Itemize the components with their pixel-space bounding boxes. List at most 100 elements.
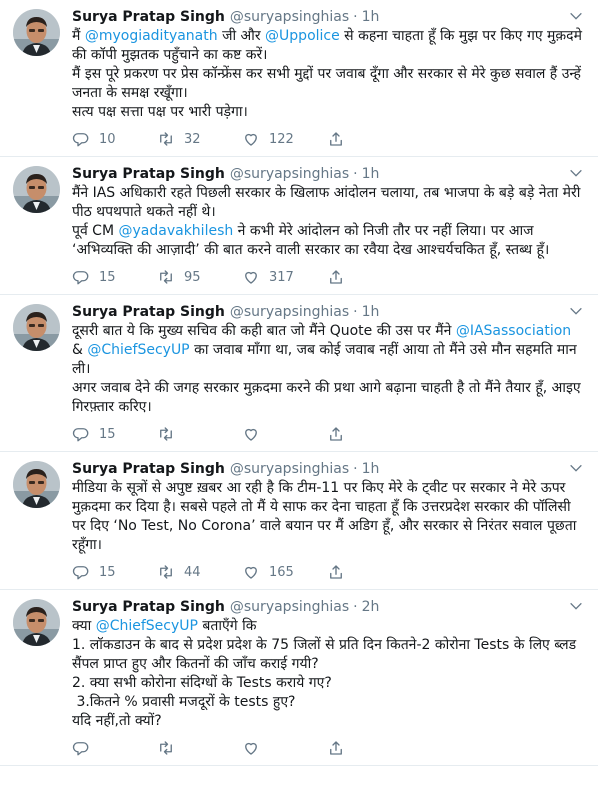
user-handle[interactable]: @suryapsinghias — [230, 598, 349, 616]
tweet[interactable]: Surya Pratap Singh @suryapsinghias · 1h … — [0, 157, 598, 295]
retweet-count: 32 — [184, 131, 201, 147]
like-count: 317 — [269, 269, 294, 285]
retweet-button[interactable] — [157, 425, 242, 443]
tweet-text-segment: जी और — [217, 28, 266, 44]
reply-icon — [72, 133, 89, 147]
reply-count: 15 — [99, 564, 116, 580]
tweet[interactable]: Surya Pratap Singh @suryapsinghias · 1h … — [0, 452, 598, 590]
timestamp[interactable]: 1h — [362, 460, 380, 478]
share-icon — [330, 741, 342, 755]
retweet-button[interactable]: 32 — [157, 130, 242, 148]
tweet-text: क्या @ChiefSecyUP बताएँगे कि 1. लॉकडाउन … — [72, 617, 586, 731]
heart-icon — [245, 742, 257, 755]
like-button[interactable]: 317 — [242, 268, 327, 286]
tweet-actions: 15 44 165 — [72, 559, 586, 585]
tweet-header: Surya Pratap Singh @suryapsinghias · 1h — [72, 8, 586, 26]
heart-icon — [245, 566, 257, 579]
reply-icon — [72, 271, 89, 285]
avatar[interactable] — [13, 304, 60, 351]
retweet-button[interactable]: 95 — [157, 268, 242, 286]
tweet-header: Surya Pratap Singh @suryapsinghias · 1h — [72, 460, 586, 478]
mention-link[interactable]: @ChiefSecyUP — [87, 342, 189, 358]
retweet-icon — [160, 132, 172, 146]
reply-icon — [72, 566, 89, 580]
retweet-count: 44 — [184, 564, 201, 580]
separator-dot: · — [353, 304, 358, 320]
tweet[interactable]: Surya Pratap Singh @suryapsinghias · 1h … — [0, 295, 598, 452]
user-handle[interactable]: @suryapsinghias — [230, 8, 349, 26]
chevron-down-icon[interactable] — [568, 303, 584, 319]
separator-dot: · — [353, 166, 358, 182]
display-name[interactable]: Surya Pratap Singh — [72, 598, 225, 616]
timestamp[interactable]: 1h — [362, 303, 380, 321]
mention-link[interactable]: @ChiefSecyUP — [96, 618, 198, 634]
avatar[interactable] — [13, 9, 60, 56]
share-icon — [330, 132, 342, 146]
tweet-text: मीडिया के सूत्रों से अपुष्ट ख़बर आ रही ह… — [72, 479, 586, 555]
retweet-button[interactable] — [157, 739, 242, 757]
like-button[interactable]: 122 — [242, 130, 327, 148]
tweet[interactable]: Surya Pratap Singh @suryapsinghias · 1h … — [0, 0, 598, 157]
timestamp[interactable]: 2h — [362, 598, 380, 616]
reply-button[interactable]: 10 — [72, 130, 157, 148]
share-button[interactable] — [327, 268, 412, 286]
tweet-header: Surya Pratap Singh @suryapsinghias · 1h — [72, 165, 586, 183]
share-button[interactable] — [327, 130, 412, 148]
retweet-icon — [160, 427, 172, 441]
avatar[interactable] — [13, 461, 60, 508]
user-handle[interactable]: @suryapsinghias — [230, 165, 349, 183]
mention-link[interactable]: @IASassociation — [456, 323, 571, 339]
reply-button[interactable] — [72, 739, 157, 757]
tweet-header: Surya Pratap Singh @suryapsinghias · 1h — [72, 303, 586, 321]
tweet-text-segment: मीडिया के सूत्रों से अपुष्ट ख़बर आ रही ह… — [72, 480, 581, 553]
heart-icon — [245, 428, 257, 441]
share-button[interactable] — [327, 563, 412, 581]
display-name[interactable]: Surya Pratap Singh — [72, 165, 225, 183]
like-button[interactable] — [242, 425, 327, 443]
tweet-text: मैंने IAS अधिकारी रहते पिछली सरकार के खि… — [72, 184, 586, 260]
heart-icon — [245, 133, 257, 146]
share-icon — [330, 270, 342, 284]
retweet-button[interactable]: 44 — [157, 563, 242, 581]
display-name[interactable]: Surya Pratap Singh — [72, 303, 225, 321]
avatar[interactable] — [13, 599, 60, 646]
like-button[interactable]: 165 — [242, 563, 327, 581]
display-name[interactable]: Surya Pratap Singh — [72, 460, 225, 478]
like-count: 122 — [269, 131, 294, 147]
tweet-text: दूसरी बात ये कि मुख्य सचिव की कही बात जो… — [72, 322, 586, 417]
reply-count: 15 — [99, 269, 116, 285]
chevron-down-icon[interactable] — [568, 8, 584, 24]
avatar[interactable] — [13, 166, 60, 213]
retweet-count: 95 — [184, 269, 201, 285]
retweet-icon — [160, 565, 172, 579]
retweet-icon — [160, 741, 172, 755]
separator-dot: · — [353, 9, 358, 25]
tweet-actions: 15 — [72, 421, 586, 447]
tweet[interactable]: Surya Pratap Singh @suryapsinghias · 2h … — [0, 590, 598, 766]
timestamp[interactable]: 1h — [362, 8, 380, 26]
display-name[interactable]: Surya Pratap Singh — [72, 8, 225, 26]
timeline: Surya Pratap Singh @suryapsinghias · 1h … — [0, 0, 598, 766]
like-button[interactable] — [242, 739, 327, 757]
tweet-actions: 10 32 122 — [72, 126, 586, 152]
chevron-down-icon[interactable] — [568, 598, 584, 614]
heart-icon — [245, 271, 257, 284]
tweet-header: Surya Pratap Singh @suryapsinghias · 2h — [72, 598, 586, 616]
share-button[interactable] — [327, 425, 412, 443]
retweet-icon — [160, 270, 172, 284]
reply-button[interactable]: 15 — [72, 563, 157, 581]
timestamp[interactable]: 1h — [362, 165, 380, 183]
mention-link[interactable]: @myogiadityanath — [85, 28, 218, 44]
mention-link[interactable]: @Uppolice — [265, 28, 340, 44]
tweet-text: मैं @myogiadityanath जी और @Uppolice से … — [72, 27, 586, 122]
like-count: 165 — [269, 564, 294, 580]
reply-count: 10 — [99, 131, 116, 147]
share-button[interactable] — [327, 739, 412, 757]
mention-link[interactable]: @yadavakhilesh — [119, 223, 234, 239]
reply-button[interactable]: 15 — [72, 268, 157, 286]
user-handle[interactable]: @suryapsinghias — [230, 303, 349, 321]
user-handle[interactable]: @suryapsinghias — [230, 460, 349, 478]
chevron-down-icon[interactable] — [568, 165, 584, 181]
chevron-down-icon[interactable] — [568, 460, 584, 476]
reply-button[interactable]: 15 — [72, 425, 157, 443]
